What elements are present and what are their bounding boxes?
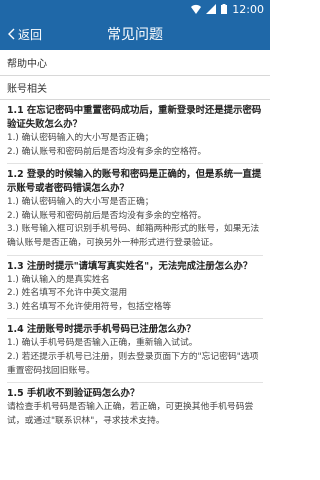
faq-answer-line: 1.) 确认密码输入的大小写是否正确；: [7, 133, 154, 143]
faq-answer-line: 1.) 确认密码输入的大小写是否正确；: [7, 197, 154, 208]
faq-item: 1.5 手机收不到验证码怎么办？ 请检查手机号码是否输入正确，若正确，可更换其他…: [7, 387, 263, 428]
faq-answer-line: 请检查手机号码是否输入正确，若正确，可更换其他手机号码尝试，或通过"联系识林"，…: [7, 402, 254, 426]
signal-icon: [206, 4, 217, 14]
divider: [7, 163, 263, 165]
faq-item: 1.3 注册时提示"请填写真实姓名"，无法完成注册怎么办？ 1.) 确认输入的是…: [7, 260, 263, 320]
help-center-heading: 帮助中心: [0, 50, 270, 76]
faq-answer-line: 2.) 姓名填写不允许中英文混用: [7, 288, 128, 299]
faq-answer-line: 1.) 确认手机号码是否输入正确，重新输入试试。: [7, 338, 198, 349]
faq-content: 帮助中心 账号相关 1.1 在忘记密码中重置密码成功后，重新登录时还是提示密码验…: [0, 50, 270, 428]
chevron-left-icon: [8, 28, 15, 40]
status-time: 12:00: [232, 2, 264, 16]
wifi-icon: [191, 4, 202, 14]
faq-answer-line: 2.) 若还提示手机号已注册，则去登录页面下方的"忘记密码"选项重置密码找回旧账…: [7, 351, 259, 376]
back-label: 返回: [18, 27, 43, 42]
divider: [7, 382, 263, 384]
divider: [7, 254, 263, 256]
faq-item: 1.2 登录的时候输入的账号和密码是正确的，但是系统一直提示账号或者密码错误怎么…: [7, 168, 263, 256]
faq-list: 1.1 在忘记密码中重置密码成功后，重新登录时还是提示密码验证失败怎么办？ 1.…: [0, 104, 270, 428]
status-bar: 12:00: [0, 0, 270, 18]
faq-question: 1.4 注册账号时提示手机号码已注册怎么办？: [7, 324, 196, 336]
divider: [7, 318, 263, 320]
faq-answer-line: 2.) 确认账号和密码前后是否均没有多余的空格符。: [7, 146, 207, 157]
section-heading: 账号相关: [0, 76, 270, 100]
faq-answer-line: 2.) 确认账号和密码前后是否均没有多余的空格符。: [7, 210, 207, 221]
faq-question: 1.1 在忘记密码中重置密码成功后，重新登录时还是提示密码验证失败怎么办？: [7, 105, 262, 130]
battery-icon: [221, 4, 228, 14]
back-button[interactable]: 返回: [0, 18, 42, 50]
faq-answer-line: 1.) 确认输入的是真实姓名: [7, 274, 110, 285]
app-bar: 返回 常见问题: [0, 18, 270, 50]
faq-question: 1.2 登录的时候输入的账号和密码是正确的，但是系统一直提示账号或者密码错误怎么…: [7, 169, 262, 195]
faq-answer-line: 3.) 姓名填写不允许使用符号，包括空格等: [7, 301, 172, 312]
faq-item: 1.1 在忘记密码中重置密码成功后，重新登录时还是提示密码验证失败怎么办？ 1.…: [7, 104, 263, 165]
faq-answer-line: 3.) 账号输入框可识别手机号码、邮箱两种形式的账号，如果无法确认账号是否正确，…: [7, 224, 260, 248]
faq-question: 1.5 手机收不到验证码怎么办？: [7, 388, 140, 400]
faq-question: 1.3 注册时提示"请填写真实姓名"，无法完成注册怎么办？: [7, 260, 253, 272]
faq-item: 1.4 注册账号时提示手机号码已注册怎么办？ 1.) 确认手机号码是否输入正确，…: [7, 323, 263, 384]
